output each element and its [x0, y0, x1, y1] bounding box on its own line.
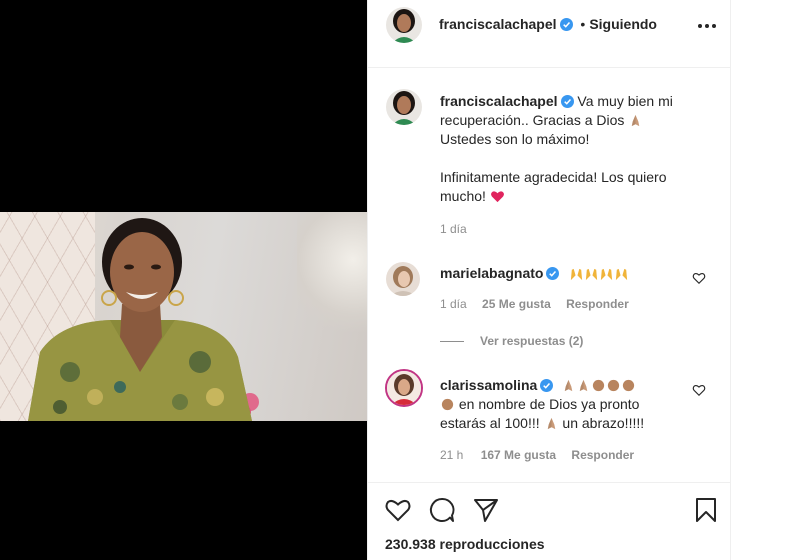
like-comment-heart-icon[interactable] [692, 383, 706, 397]
view-replies-button[interactable]: Ver respuestas (2) [440, 334, 583, 348]
commenter-avatar-image [386, 262, 420, 296]
separator-dot: • [580, 16, 586, 32]
comment-line: en nombre de Dios ya pronto [458, 396, 640, 412]
caption-time[interactable]: 1 día [440, 222, 467, 236]
praying-hands-icon [547, 417, 555, 430]
caption-line: mucho! [440, 188, 486, 204]
comment-bubble-icon[interactable] [428, 496, 456, 524]
caption-username[interactable]: franciscalachapel [440, 93, 558, 109]
comment-time[interactable]: 1 día [440, 297, 467, 311]
praying-hands-icon [579, 379, 588, 392]
clapping-hands-icon [608, 379, 620, 392]
comment-text: clarissamolina en nombre de Dios ya pron… [440, 376, 690, 433]
profile-avatar-image [386, 89, 422, 125]
view-replies-label: Ver respuestas (2) [480, 334, 584, 348]
comment-username[interactable]: clarissamolina [440, 377, 537, 393]
raised-hands-icon [571, 268, 583, 281]
comment-emojis [561, 377, 636, 393]
post-actions-bar: 230.938 reproducciones [368, 482, 731, 560]
comment-likes[interactable]: 25 Me gusta [482, 297, 551, 311]
raised-hands-icon [601, 268, 613, 281]
more-options-icon[interactable] [695, 18, 719, 34]
clapping-hands-icon [593, 379, 605, 392]
post-author-username[interactable]: franciscalachapel [439, 16, 557, 32]
praying-hands-icon [632, 114, 640, 127]
praying-hands-icon [564, 379, 573, 392]
post-header: franciscalachapel • Siguiendo [368, 0, 731, 68]
comment-line: un abrazo!!!!! [562, 415, 645, 431]
comment-meta: 1 día 25 Me gusta Responder [440, 297, 629, 311]
comment-username[interactable]: marielabagnato [440, 265, 543, 281]
share-paper-plane-icon[interactable] [472, 496, 500, 524]
caption-line: Infinitamente agradecida! Los quiero [440, 169, 667, 185]
verified-badge-icon [540, 379, 554, 392]
raised-hands-emojis [569, 265, 629, 281]
verified-badge-icon [546, 267, 560, 280]
follow-status-button[interactable]: Siguiendo [589, 16, 657, 32]
clapping-hands-icon [623, 379, 635, 392]
raised-hands-icon [586, 268, 598, 281]
caption-avatar[interactable] [386, 89, 422, 125]
caption-line: Va muy bien mi [577, 93, 673, 109]
view-count[interactable]: 230.938 reproducciones [385, 536, 545, 552]
caption-text: franciscalachapel Va muy bien mi recuper… [440, 92, 710, 206]
clapping-hands-icon [441, 398, 454, 411]
panel-border [730, 0, 731, 560]
comment-line: estarás al 100!!! [440, 415, 540, 431]
reply-button[interactable]: Responder [566, 297, 629, 311]
commenter-avatar[interactable] [385, 369, 423, 407]
commenter-avatar-image [387, 371, 421, 405]
raised-hands-icon [616, 268, 628, 281]
like-heart-icon[interactable] [384, 496, 412, 524]
red-heart-icon [490, 191, 504, 203]
video-frame[interactable] [0, 212, 367, 421]
commenter-avatar[interactable] [386, 262, 420, 296]
reply-button[interactable]: Responder [571, 448, 634, 462]
replies-divider-line [440, 341, 464, 343]
comment-text: marielabagnato [440, 264, 629, 283]
comment-likes[interactable]: 167 Me gusta [481, 448, 556, 462]
comment-time[interactable]: 21 h [440, 448, 463, 462]
verified-badge-icon [559, 18, 573, 31]
profile-avatar-image [386, 7, 422, 43]
avatar[interactable] [386, 7, 422, 43]
post-details-panel: franciscalachapel • Siguiendo franciscala… [367, 0, 731, 560]
comment-meta: 21 h 167 Me gusta Responder [440, 448, 634, 462]
like-comment-heart-icon[interactable] [692, 271, 706, 285]
caption-line: recuperación.. Gracias a Dios [440, 112, 625, 128]
verified-badge-icon [560, 95, 574, 108]
video-area[interactable] [0, 0, 367, 560]
save-bookmark-icon[interactable] [692, 496, 720, 524]
caption-line: Ustedes son lo máximo! [440, 131, 590, 147]
woman-in-video-image [28, 218, 259, 421]
